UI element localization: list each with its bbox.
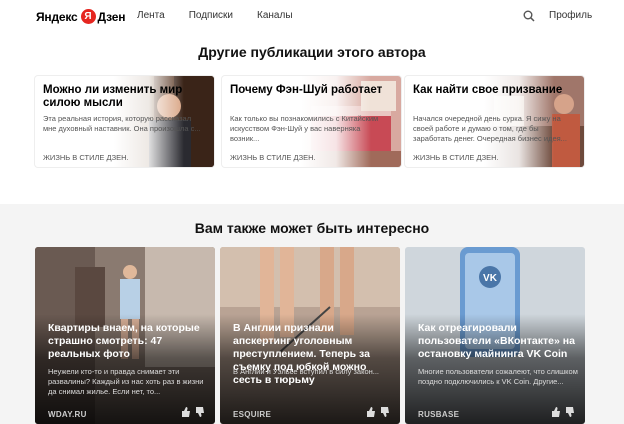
reactions bbox=[551, 407, 575, 417]
card-title: Квартиры внаем, на которые страшно смотр… bbox=[48, 322, 200, 360]
thumbs-down-icon[interactable] bbox=[565, 407, 575, 417]
publication-card[interactable]: Как найти свое призвание Начался очередн… bbox=[405, 76, 584, 167]
publication-card[interactable]: Почему Фэн-Шуй работает Как только вы по… bbox=[222, 76, 401, 167]
card-title: Как отреагировали пользователи «ВКонтакт… bbox=[418, 322, 575, 360]
author-publications-section: Другие публикации этого автора Можно ли … bbox=[0, 33, 624, 204]
recommendation-card[interactable]: Квартиры внаем, на которые страшно смотр… bbox=[35, 247, 215, 424]
publication-title: Почему Фэн-Шуй работает bbox=[230, 84, 383, 96]
card-description: Многие пользователи сожалеют, что слишко… bbox=[418, 367, 578, 386]
nav-channels[interactable]: Каналы bbox=[257, 10, 293, 21]
search-icon[interactable] bbox=[523, 10, 535, 22]
logo-icon: Я bbox=[80, 9, 96, 24]
publication-title: Как найти свое призвание bbox=[413, 84, 563, 96]
thumbs-down-icon[interactable] bbox=[195, 407, 205, 417]
recommendation-card[interactable]: В Англии признали апскертинг уголовным п… bbox=[220, 247, 400, 424]
publication-card[interactable]: Можно ли изменить мир силою мысли Эта ре… bbox=[35, 76, 214, 167]
nav-feed[interactable]: Лента bbox=[137, 10, 165, 21]
card-description: Неужели кто-то и правда снимает эти разв… bbox=[48, 367, 204, 396]
card-title: В Англии признали апскертинг уголовным п… bbox=[233, 322, 370, 386]
publication-source: ЖИЗНЬ В СТИЛЕ ДЗЕН. bbox=[43, 153, 129, 162]
logo-text-yandex: Яндекс bbox=[36, 9, 78, 24]
svg-text:VK: VK bbox=[483, 273, 498, 284]
card-description: В Англии и Уэльсе вступил в силу закон..… bbox=[233, 367, 380, 376]
thumbs-up-icon[interactable] bbox=[366, 407, 376, 417]
card-source: WDAY.RU bbox=[48, 410, 87, 419]
top-header: Яндекс Я Дзен Лента Подписки Каналы Проф… bbox=[0, 0, 624, 33]
main-nav: Лента Подписки Каналы bbox=[137, 10, 317, 21]
publication-source: ЖИЗНЬ В СТИЛЕ ДЗЕН. bbox=[413, 153, 499, 162]
nav-subscriptions[interactable]: Подписки bbox=[189, 10, 233, 21]
thumbs-up-icon[interactable] bbox=[551, 407, 561, 417]
publication-description: Как только вы познакомились с Китайским … bbox=[230, 114, 379, 143]
profile-link[interactable]: Профиль bbox=[549, 10, 592, 21]
section-title: Вам также может быть интересно bbox=[194, 220, 430, 236]
reactions bbox=[181, 407, 205, 417]
card-source: ESQUIRE bbox=[233, 410, 272, 419]
yandex-zen-logo[interactable]: Яндекс Я Дзен bbox=[36, 8, 125, 25]
recommendation-card[interactable]: VK Как отреагировали пользователи «ВКонт… bbox=[405, 247, 585, 424]
card-source: RUSBASE bbox=[418, 410, 460, 419]
logo-text-zen: Дзен bbox=[97, 9, 126, 24]
publication-title: Можно ли изменить мир силою мысли bbox=[43, 84, 183, 109]
thumbs-up-icon[interactable] bbox=[181, 407, 191, 417]
thumbs-down-icon[interactable] bbox=[380, 407, 390, 417]
reactions bbox=[366, 407, 390, 417]
publication-description: Начался очередной день сурка. Я сижу на … bbox=[413, 114, 567, 143]
publication-source: ЖИЗНЬ В СТИЛЕ ДЗЕН. bbox=[230, 153, 316, 162]
section-title: Другие публикации этого автора bbox=[198, 44, 426, 60]
publication-description: Эта реальная история, которую рассказал … bbox=[43, 114, 201, 133]
